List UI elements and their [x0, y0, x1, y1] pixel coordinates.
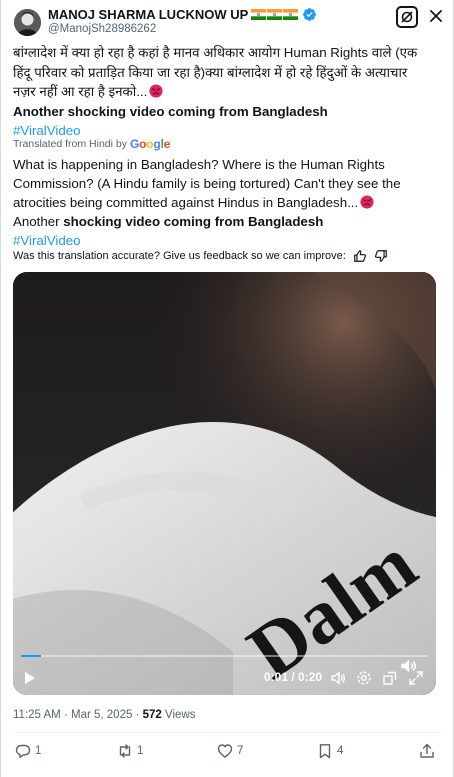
india-flag-icon — [267, 8, 283, 20]
post-text-translated: What is happening in Bangladesh? Where i… — [13, 155, 443, 250]
translation-prefix: Translated from Hindi by — [13, 138, 127, 150]
video-progress-bar[interactable] — [21, 655, 428, 657]
picture-in-picture-icon — [383, 671, 397, 685]
video-player[interactable]: Dalm 0:01 / 0:20 — [13, 272, 436, 695]
display-name-row[interactable]: MANOJ SHARMA LUCKNOW UP — [48, 5, 317, 23]
views-label: Views — [165, 709, 196, 721]
india-flag-icon — [283, 8, 299, 20]
india-flag-icon — [251, 8, 267, 20]
grok-icon — [401, 11, 413, 23]
bookmark-button[interactable]: 4 — [317, 743, 343, 759]
reply-button[interactable]: 1 — [15, 743, 41, 759]
reply-icon — [15, 744, 31, 758]
feedback-prompt: Was this translation accurate? Give us f… — [13, 250, 346, 262]
post-meta: 11:25 AM · Mar 5, 2025 · 572 Views — [13, 709, 195, 721]
volume-icon — [331, 671, 346, 685]
translated-line-start: Another — [13, 214, 64, 229]
verified-badge-icon — [303, 7, 317, 21]
bookmark-count: 4 — [337, 745, 344, 757]
close-button[interactable] — [426, 6, 446, 26]
thumbs-down-icon[interactable] — [374, 249, 388, 263]
video-progress-fill — [21, 655, 42, 657]
translated-hashtag-link[interactable]: #ViralVideo — [13, 231, 443, 250]
like-count: 7 — [237, 745, 244, 757]
avatar[interactable] — [14, 9, 41, 36]
angry-face-emoji-icon — [149, 84, 163, 98]
repost-count: 1 — [137, 745, 144, 757]
post-panel: MANOJ SHARMA LUCKNOW UP @ManojSh28986262… — [0, 0, 454, 777]
original-headline: Another shocking video coming from Bangl… — [13, 103, 328, 119]
heart-icon — [217, 744, 233, 758]
video-time: 0:01 / 0:20 — [264, 670, 323, 684]
angry-face-emoji-icon — [360, 195, 374, 209]
divider — [13, 732, 443, 733]
reply-count: 1 — [35, 745, 42, 757]
original-text: बांग्लादेश में क्या हो रहा है कहां है मा… — [13, 45, 418, 99]
post-time[interactable]: 11:25 AM — [13, 709, 61, 721]
repost-icon — [119, 744, 131, 758]
share-icon — [420, 743, 434, 758]
volume-button[interactable] — [329, 666, 347, 690]
views-count: 572 — [142, 709, 162, 721]
gear-icon — [357, 671, 371, 685]
repost-button[interactable]: 1 — [117, 743, 143, 759]
post-text-original: बांग्लादेश में क्या हो रहा है कहां है मा… — [13, 43, 443, 141]
display-name[interactable]: MANOJ SHARMA LUCKNOW UP — [48, 7, 248, 22]
mute-toggle[interactable] — [397, 654, 419, 678]
play-icon — [25, 672, 35, 684]
thumbs-up-icon[interactable] — [353, 249, 367, 263]
translation-feedback: Was this translation accurate? Give us f… — [13, 249, 388, 263]
video-frame: Dalm — [13, 272, 436, 695]
bookmark-icon — [319, 744, 331, 759]
flag-emoji-group — [251, 8, 299, 20]
close-icon — [430, 10, 442, 22]
translated-headline: shocking video coming from Bangladesh — [63, 214, 324, 229]
play-button[interactable] — [21, 666, 39, 690]
post-date[interactable]: Mar 5, 2025 — [71, 709, 132, 721]
settings-button[interactable] — [355, 666, 373, 690]
google-logo: Google — [130, 137, 171, 151]
share-button[interactable] — [419, 743, 435, 759]
grok-button[interactable] — [396, 6, 418, 28]
speaker-icon — [401, 659, 416, 673]
like-button[interactable]: 7 — [217, 743, 243, 759]
translation-attribution: Translated from Hindi by Google — [13, 137, 170, 151]
meta-separator: · — [135, 709, 140, 721]
meta-separator: · — [63, 709, 68, 721]
translated-text: What is happening in Bangladesh? Where i… — [13, 157, 401, 210]
user-handle[interactable]: @ManojSh28986262 — [48, 23, 156, 35]
